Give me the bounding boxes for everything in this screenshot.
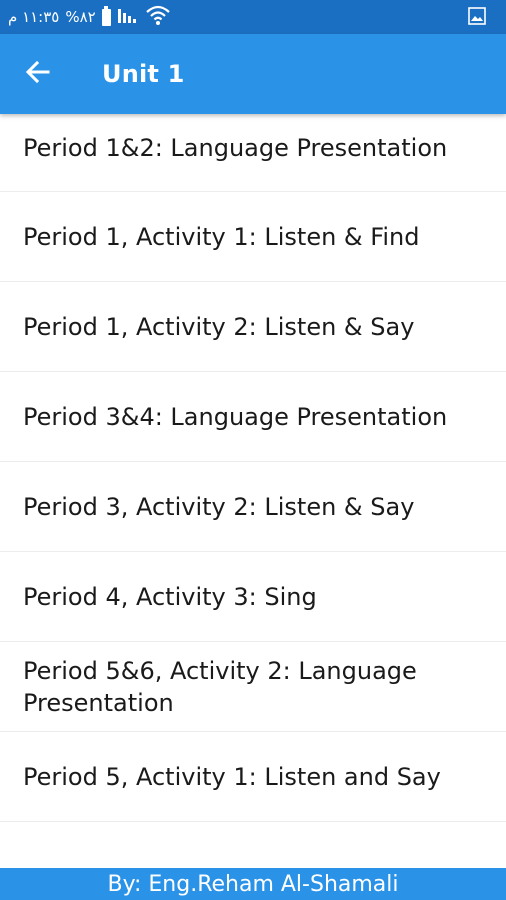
back-button[interactable] (20, 56, 56, 92)
signal-icon (117, 6, 139, 28)
period-list: Period 1&2: Language Presentation Period… (0, 114, 506, 822)
list-item[interactable]: Period 1, Activity 1: Listen & Find (0, 192, 506, 282)
image-icon (468, 7, 486, 25)
list-item-label: Period 5, Activity 1: Listen and Say (23, 762, 441, 791)
footer: By: Eng.Reham Al-Shamali (0, 868, 506, 900)
list-item-label: Period 1&2: Language Presentation (23, 134, 448, 162)
status-indicators: ١١:٣٥ م %٨٢ (8, 0, 171, 34)
list-item[interactable]: Period 3&4: Language Presentation (0, 372, 506, 462)
list-item-label: Period 5&6, Activity 2: Language Present… (23, 656, 417, 717)
list-item-label: Period 4, Activity 3: Sing (23, 582, 317, 611)
battery-percent: %٨٢ (65, 8, 96, 26)
list-item[interactable]: Period 1, Activity 2: Listen & Say (0, 282, 506, 372)
list-item-label: Period 3, Activity 2: Listen & Say (23, 492, 415, 521)
list-item[interactable]: Period 5&6, Activity 2: Language Present… (0, 642, 506, 732)
list-item-label: Period 1, Activity 2: Listen & Say (23, 312, 415, 341)
wifi-icon (145, 4, 171, 30)
app-bar: Unit 1 (0, 34, 506, 114)
list-item-label: Period 1, Activity 1: Listen & Find (23, 222, 420, 251)
list-item[interactable]: Period 5, Activity 1: Listen and Say (0, 732, 506, 822)
arrow-back-icon (25, 59, 51, 89)
list-item[interactable]: Period 4, Activity 3: Sing (0, 552, 506, 642)
battery-icon (101, 5, 111, 26)
list-item-label: Period 3&4: Language Presentation (23, 402, 448, 431)
author-credit: By: Eng.Reham Al-Shamali (107, 871, 399, 897)
page-title: Unit 1 (102, 60, 185, 88)
status-time: ١١:٣٥ م (8, 8, 60, 26)
list-item[interactable]: Period 3, Activity 2: Listen & Say (0, 462, 506, 552)
list-item[interactable]: Period 1&2: Language Presentation (0, 114, 506, 192)
status-bar: ١١:٣٥ م %٨٢ (0, 0, 506, 34)
